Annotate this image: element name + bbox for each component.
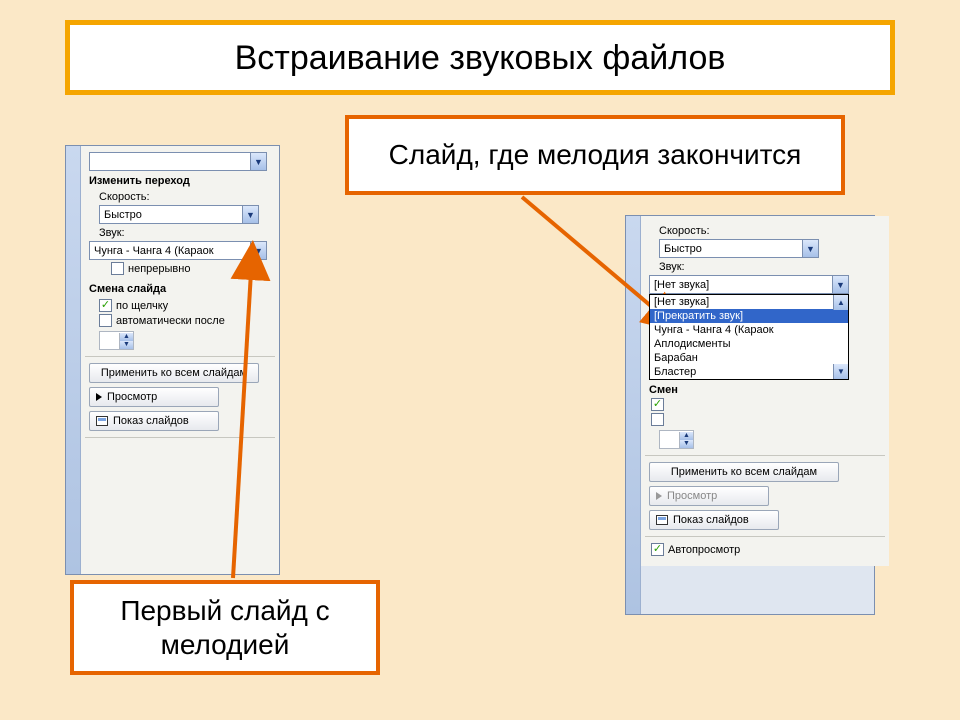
autopreview-label: Автопросмотр [668, 544, 740, 556]
onclick-checkbox[interactable]: ✓ [99, 299, 112, 312]
loop-checkbox[interactable] [111, 262, 124, 275]
sound-option[interactable]: Аплодисменты [650, 337, 848, 351]
onclick-checkbox-r[interactable]: ✓ [651, 398, 664, 411]
autoafter-spinner-r[interactable]: ▲▼ [659, 430, 694, 449]
play-icon [656, 492, 662, 500]
divider [645, 455, 885, 456]
sound-label: Звук: [99, 227, 271, 239]
scroll-down-icon[interactable]: ▼ [833, 364, 848, 379]
onclick-label: по щелчку [116, 300, 168, 312]
apply-all-button-r[interactable]: Применить ко всем слайдам [649, 462, 839, 482]
divider [85, 437, 275, 438]
section-advance-r: Смен [649, 384, 678, 396]
autopreview-checkbox[interactable]: ✓ [651, 543, 664, 556]
section-transition: Изменить переход [89, 175, 271, 187]
pane-gutter [66, 146, 81, 574]
autoafter-label: автоматически после [116, 315, 225, 327]
sound-label-r: Звук: [659, 261, 881, 273]
slide-title-text: Встраивание звуковых файлов [235, 41, 726, 75]
chevron-down-icon[interactable]: ▼ [242, 206, 258, 223]
slideshow-button-r[interactable]: Показ слайдов [649, 510, 779, 530]
sound-option[interactable]: Бластер [650, 365, 848, 379]
apply-all-button[interactable]: Применить ко всем слайдам [89, 363, 259, 383]
speed-combo[interactable]: Быстро ▼ [99, 205, 259, 224]
slideshow-icon [96, 416, 108, 426]
chevron-down-icon[interactable]: ▼ [832, 276, 848, 293]
play-icon [96, 393, 102, 401]
transition-pane-right: Скорость: Быстро ▼ Звук: [Нет звука] ▼ [… [625, 215, 875, 615]
autoafter-checkbox[interactable] [99, 314, 112, 327]
sound-option[interactable]: Чунга - Чанга 4 (Караок [650, 323, 848, 337]
speed-value: Быстро [100, 209, 242, 221]
chevron-down-icon[interactable]: ▼ [250, 153, 266, 170]
sound-dropdown-list[interactable]: [Нет звука] [Прекратить звук] Чунга - Ча… [649, 294, 849, 380]
slideshow-button[interactable]: Показ слайдов [89, 411, 219, 431]
autoafter-spinner[interactable]: ▲▼ [99, 331, 134, 350]
sound-combo[interactable]: Чунга - Чанга 4 (Караок ▼ [89, 241, 267, 260]
preview-button-r[interactable]: Просмотр [649, 486, 769, 506]
section-advance: Смена слайда [89, 283, 271, 295]
transition-pane-left: ▼ Изменить переход Скорость: Быстро ▼ Зв… [65, 145, 280, 575]
sound-value: Чунга - Чанга 4 (Караок [90, 245, 250, 257]
autoafter-checkbox-r[interactable] [651, 413, 664, 426]
speed-label-r: Скорость: [659, 225, 881, 237]
sound-value-r: [Нет звука] [650, 279, 832, 291]
slide-title: Встраивание звуковых файлов [65, 20, 895, 95]
sound-option[interactable]: [Нет звука] [650, 295, 848, 309]
effect-combo[interactable]: ▼ [89, 152, 267, 171]
sound-option-selected[interactable]: [Прекратить звук] [650, 309, 848, 323]
sound-option[interactable]: Барабан [650, 351, 848, 365]
divider [85, 356, 275, 357]
scroll-up-icon[interactable]: ▲ [833, 295, 848, 310]
preview-button[interactable]: Просмотр [89, 387, 219, 407]
speed-combo-r[interactable]: Быстро ▼ [659, 239, 819, 258]
callout-first-slide: Первый слайд с мелодией [70, 580, 380, 675]
callout-end-slide-text: Слайд, где мелодия закончится [389, 138, 802, 172]
divider [645, 536, 885, 537]
speed-label: Скорость: [99, 191, 271, 203]
slideshow-icon [656, 515, 668, 525]
callout-end-slide: Слайд, где мелодия закончится [345, 115, 845, 195]
pane-gutter [626, 216, 641, 614]
loop-label: непрерывно [128, 263, 190, 275]
chevron-down-icon[interactable]: ▼ [802, 240, 818, 257]
speed-value-r: Быстро [660, 243, 802, 255]
sound-combo-r[interactable]: [Нет звука] ▼ [649, 275, 849, 294]
chevron-down-icon[interactable]: ▼ [250, 242, 266, 259]
callout-first-slide-text: Первый слайд с мелодией [94, 594, 356, 661]
